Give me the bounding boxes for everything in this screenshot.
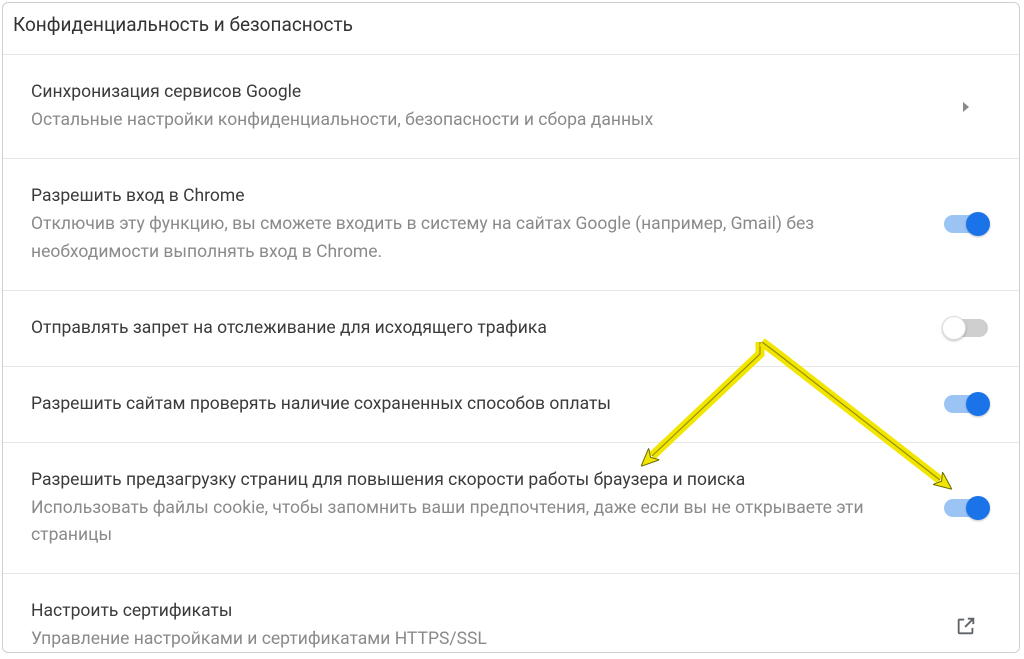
row-subtitle: Использовать файлы cookie, чтобы запомни… [31,495,871,549]
row-title: Отправлять запрет на отслеживание для ис… [31,315,871,342]
row-text: Отправлять запрет на отслеживание для ис… [31,315,941,342]
row-title: Синхронизация сервисов Google [31,79,871,106]
row-allow-chrome-signin: Разрешить вход в Chrome Отключив эту фун… [3,158,1019,289]
row-title: Настроить сертификаты [31,598,871,625]
row-subtitle: Отключив эту функцию, вы сможете входить… [31,211,871,265]
toggle-do-not-track[interactable] [944,319,988,337]
settings-panel: Конфиденциальность и безопасность Синхро… [2,2,1020,653]
row-manage-certificates[interactable]: Настроить сертификаты Управление настрой… [3,573,1019,653]
row-text: Разрешить сайтам проверять наличие сохра… [31,391,941,418]
row-subtitle: Управление настройками и сертификатами H… [31,626,871,653]
row-payment-methods-check: Разрешить сайтам проверять наличие сохра… [3,366,1019,442]
section-title: Конфиденциальность и безопасность [3,3,1019,54]
toggle-payment-methods-check[interactable] [944,395,988,413]
row-title: Разрешить предзагрузку страниц для повыш… [31,467,871,494]
row-do-not-track: Отправлять запрет на отслеживание для ис… [3,290,1019,366]
external-link-icon [941,615,991,637]
toggle-allow-chrome-signin[interactable] [944,215,988,233]
row-preload-pages: Разрешить предзагрузку страниц для повыш… [3,442,1019,573]
row-sync-google-services[interactable]: Синхронизация сервисов Google Остальные … [3,54,1019,158]
row-title: Разрешить сайтам проверять наличие сохра… [31,391,871,418]
row-subtitle: Остальные настройки конфиденциальности, … [31,107,871,134]
row-text: Синхронизация сервисов Google Остальные … [31,79,941,134]
row-text: Разрешить предзагрузку страниц для повыш… [31,467,941,549]
row-text: Разрешить вход в Chrome Отключив эту фун… [31,183,941,265]
chevron-right-icon [941,102,991,112]
row-title: Разрешить вход в Chrome [31,183,871,210]
row-text: Настроить сертификаты Управление настрой… [31,598,941,653]
toggle-preload-pages[interactable] [944,499,988,517]
